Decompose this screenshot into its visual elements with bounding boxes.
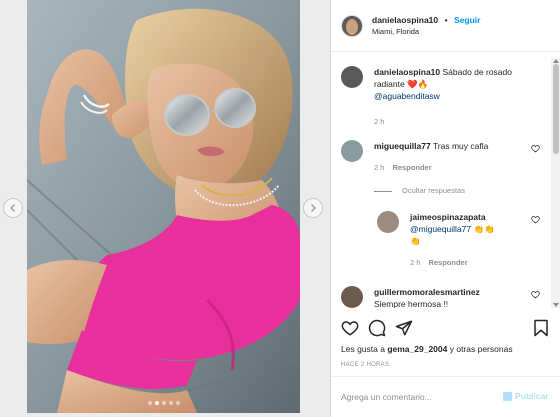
scrollbar-thumb[interactable] — [553, 64, 559, 154]
heart-icon[interactable] — [531, 290, 540, 299]
scroll-up-arrow[interactable] — [553, 59, 559, 63]
commenter-avatar[interactable] — [341, 286, 363, 308]
author-username[interactable]: danielaospina10 — [372, 15, 438, 25]
comment-item: miguequilla77 Tras muy cafla 2 h Responde… — [341, 140, 551, 180]
replies-line — [374, 190, 392, 192]
likes-summary: Les gusta a gema_29_2004 y otras persona… — [341, 344, 513, 354]
caption: danielaospina10 Sábado de rosado radiant… — [341, 66, 551, 126]
caption-emoji: ❤️🔥 — [407, 79, 429, 89]
heart-icon[interactable] — [531, 144, 540, 153]
comment-input[interactable]: Agrega un comentario... — [341, 392, 432, 402]
reply-mention[interactable]: @miguequilla77 — [410, 224, 471, 234]
chevron-left-icon — [10, 204, 15, 212]
comment-time[interactable]: 2 h — [374, 163, 384, 172]
hide-replies-label: Ocultar respuestas — [402, 186, 465, 195]
commenter-username[interactable]: guillermomoralesmartinez — [374, 287, 480, 297]
likes-prefix: Les gusta a — [341, 344, 385, 354]
reply-button[interactable]: Responder — [392, 163, 431, 172]
reply-emoji: 👏👏 — [473, 224, 495, 234]
comments-scrollbar[interactable] — [551, 58, 560, 308]
comments-list: danielaospina10 Sábado de rosado radiant… — [331, 58, 551, 308]
comment-bubble-icon[interactable] — [368, 319, 386, 337]
brand-mention[interactable]: @aguabenditasw — [374, 91, 440, 101]
carousel-dot — [161, 401, 166, 405]
caption-time[interactable]: 2 h — [374, 116, 384, 128]
comment-text: Siempre hermosa !! — [374, 299, 449, 308]
hide-replies-toggle[interactable]: Ocultar respuestas — [374, 186, 465, 195]
next-photo-button[interactable] — [303, 198, 323, 218]
carousel-dot-active — [154, 401, 159, 405]
like-heart-icon[interactable] — [341, 319, 359, 337]
reply-time[interactable]: 2 h — [410, 258, 420, 267]
liked-by-user[interactable]: gema_29_2004 — [387, 344, 447, 354]
bookmark-icon[interactable] — [533, 319, 549, 337]
post-details-panel: danielaospina10 • Seguir Miami, Florida … — [330, 0, 560, 417]
reply-button[interactable]: Responder — [428, 258, 467, 267]
reply-item: jaimeospinazapata @miguequilla77 👏👏 👏 2 … — [377, 211, 551, 271]
author-avatar-small[interactable] — [341, 66, 363, 88]
reply-avatar[interactable] — [377, 211, 399, 233]
post-timestamp[interactable]: HACE 2 HORAS — [341, 362, 389, 368]
publish-icon — [503, 392, 512, 401]
post-photo[interactable] — [27, 0, 300, 413]
author-avatar[interactable] — [341, 14, 363, 37]
post-header: danielaospina10 • Seguir Miami, Florida — [331, 0, 560, 52]
post-actions — [341, 319, 551, 339]
scroll-down-arrow[interactable] — [553, 303, 559, 307]
commenter-avatar[interactable] — [341, 140, 363, 162]
carousel-indicator — [27, 401, 300, 405]
carousel-dot — [175, 401, 180, 405]
reply-username[interactable]: jaimeospinazapata — [410, 212, 486, 222]
separator-dot: • — [444, 15, 448, 25]
heart-icon[interactable] — [531, 215, 540, 224]
add-comment-bar: Agrega un comentario... Publicar — [331, 376, 560, 417]
follow-button[interactable]: Seguir — [454, 15, 480, 25]
comment-item: guillermomoralesmartinez Siempre hermosa… — [341, 286, 551, 308]
likes-suffix[interactable]: y otras personas — [450, 344, 513, 354]
caption-username[interactable]: danielaospina10 — [374, 67, 440, 77]
chevron-right-icon — [311, 204, 316, 212]
post-location[interactable]: Miami, Florida — [372, 26, 480, 38]
commenter-username[interactable]: miguequilla77 — [374, 141, 431, 151]
previous-photo-button[interactable] — [3, 198, 23, 218]
reply-emoji-line2: 👏 — [410, 236, 421, 246]
share-send-icon[interactable] — [395, 319, 413, 337]
carousel-dot — [147, 401, 152, 405]
publish-button[interactable]: Publicar — [515, 391, 549, 401]
comment-text: Tras muy cafla — [432, 141, 489, 151]
photo-illustration — [27, 0, 300, 413]
carousel-dot — [168, 401, 173, 405]
